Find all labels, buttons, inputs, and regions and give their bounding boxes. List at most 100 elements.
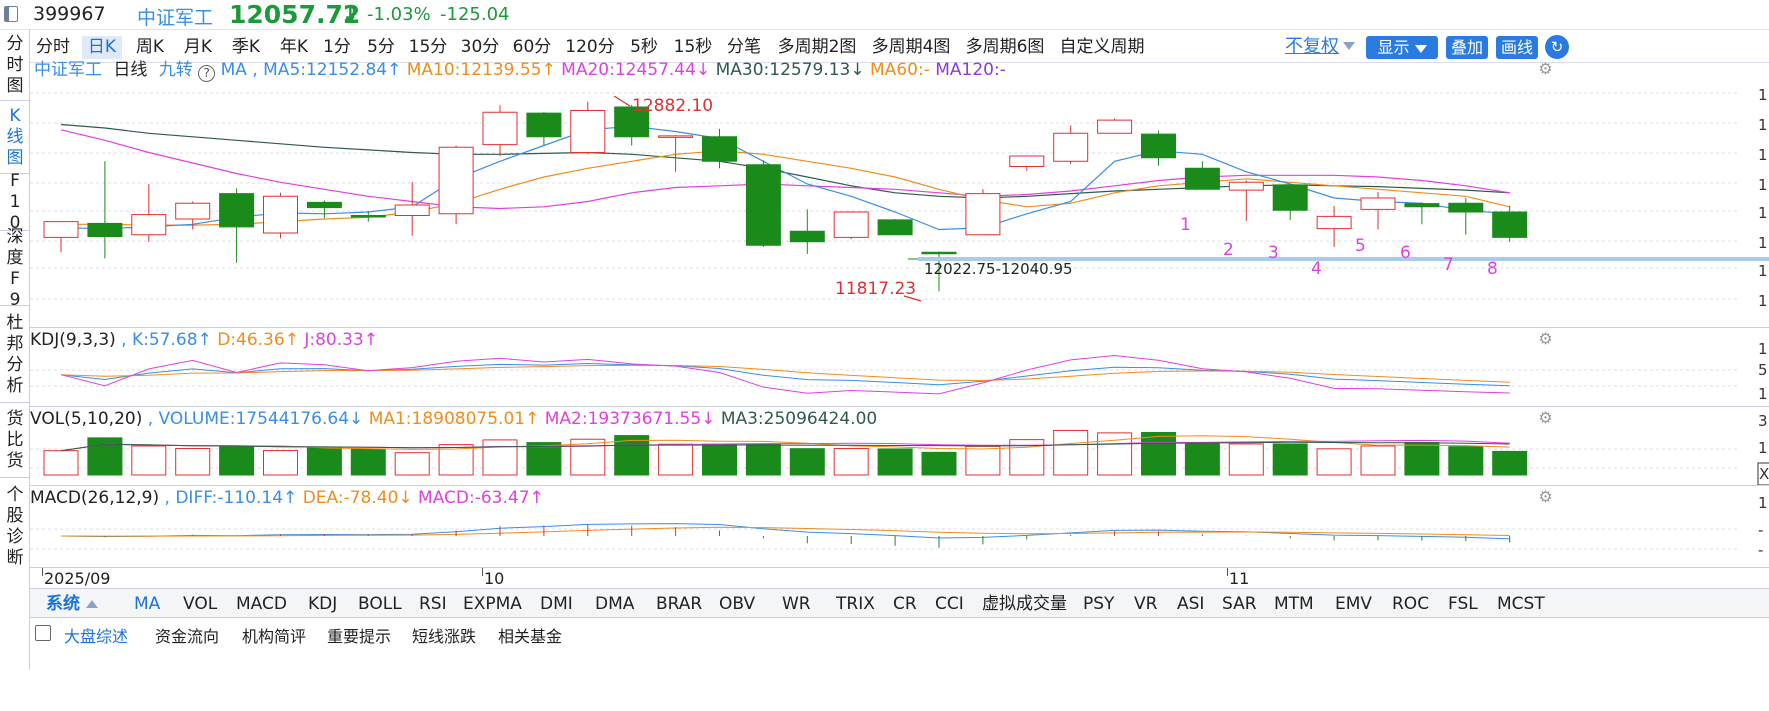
tab-custom-period[interactable]: 自定义周期 — [1056, 36, 1148, 59]
tab-rsi[interactable]: RSI — [419, 593, 447, 615]
tab-system[interactable]: 系统 — [46, 593, 98, 615]
legend-ma20: MA20:12457.44↓ — [561, 60, 711, 80]
tab-fsl[interactable]: FSL — [1448, 593, 1478, 615]
kdj-d: D:46.36↑ — [217, 330, 299, 350]
macd-lines — [60, 523, 1511, 548]
tab-dmi[interactable]: DMI — [540, 593, 573, 615]
tab-multi-2[interactable]: 多周期2图 — [774, 36, 860, 59]
tab-period-60min[interactable]: 60分 — [510, 36, 554, 59]
restore-dropdown-icon[interactable] — [1343, 42, 1355, 50]
volume-bars — [43, 429, 1528, 476]
stock-name[interactable]: 中证军工 — [137, 3, 213, 30]
macd-settings-gear-icon[interactable]: ⚙ — [1537, 488, 1554, 505]
tab-wr[interactable]: WR — [782, 593, 811, 615]
display-button[interactable]: 显示 — [1366, 36, 1438, 59]
tab-asi[interactable]: ASI — [1177, 593, 1204, 615]
tab-period-timeline[interactable]: 分时 — [34, 36, 72, 59]
tab-ma[interactable]: MA — [134, 593, 160, 615]
tab-inst-review[interactable]: 机构简评 — [242, 623, 306, 647]
kdj-settings-gear-icon[interactable]: ⚙ — [1537, 330, 1554, 347]
legend-ma60: MA60:- — [870, 60, 930, 80]
nine-turn-7: 7 — [1443, 255, 1454, 275]
tab-virtual-volume[interactable]: 虚拟成交量 — [982, 593, 1067, 615]
candle-body — [1272, 184, 1308, 211]
date-label-nov: 11 — [1229, 569, 1250, 588]
tab-related-funds[interactable]: 相关基金 — [498, 623, 562, 647]
legend-nine-turn[interactable]: 九转 — [159, 60, 193, 80]
tab-expma[interactable]: EXPMA — [463, 593, 522, 615]
candle-body — [482, 111, 518, 146]
sidebar-item-dupont[interactable]: 杜邦分析 — [0, 307, 30, 403]
main-settings-gear-icon[interactable]: ⚙ — [1537, 60, 1554, 77]
tab-period-5sec[interactable]: 5秒 — [626, 36, 662, 59]
tab-trix[interactable]: TRIX — [836, 593, 875, 615]
tab-roc[interactable]: ROC — [1392, 593, 1429, 615]
tab-market-overview[interactable]: 大盘综述 — [64, 623, 128, 647]
tab-boll[interactable]: BOLL — [358, 593, 402, 615]
sidebar-item-depth-f9[interactable]: 深度F9 — [0, 227, 30, 310]
window-icon[interactable] — [4, 6, 18, 22]
candle-body — [350, 215, 386, 218]
volume-bar — [1448, 446, 1484, 476]
sidebar-item-diagnosis[interactable]: 个股诊断 — [0, 479, 30, 575]
legend-ma5: MA5:12152.84↑ — [263, 60, 402, 80]
tab-psy[interactable]: PSY — [1083, 593, 1114, 615]
overlay-button[interactable]: 叠加 — [1446, 36, 1488, 59]
tab-period-week[interactable]: 周K — [130, 36, 170, 59]
macd-legend: MACD(26,12,9) , DIFF:-110.14↑ DEA:-78.40… — [30, 488, 544, 508]
date-tick-nov — [1227, 568, 1228, 576]
restore-select[interactable]: 不复权 — [1285, 35, 1339, 59]
tab-mtm[interactable]: MTM — [1274, 593, 1314, 615]
kdj-k: , K:57.68↑ — [121, 330, 212, 350]
tab-key-notes[interactable]: 重要提示 — [327, 623, 391, 647]
candle-body — [175, 202, 211, 220]
tab-period-30min[interactable]: 30分 — [458, 36, 502, 59]
sidebar-item-compare[interactable]: 货比货 — [0, 404, 30, 478]
tab-period-120min[interactable]: 120分 — [562, 36, 618, 59]
tab-fund-flow[interactable]: 资金流向 — [155, 623, 219, 647]
stock-code: 399967 — [33, 3, 106, 25]
volume-bar — [1228, 443, 1264, 476]
tab-period-15sec[interactable]: 15秒 — [670, 36, 716, 59]
legend-period: 日线 — [113, 60, 148, 80]
tab-short-term[interactable]: 短线涨跌 — [412, 623, 476, 647]
refresh-icon[interactable]: ↻ — [1545, 35, 1569, 59]
sidebar-item-f10[interactable]: F10 — [0, 171, 30, 233]
volume-bar — [1184, 442, 1220, 476]
tab-sar[interactable]: SAR — [1222, 593, 1257, 615]
tab-brar[interactable]: BRAR — [656, 593, 702, 615]
tab-multi-4[interactable]: 多周期4图 — [868, 36, 954, 59]
tab-cr[interactable]: CR — [893, 593, 917, 615]
tab-period-year[interactable]: 年K — [274, 36, 314, 59]
vol-ma1: MA1:18908075.01↑ — [368, 409, 540, 429]
tab-vr[interactable]: VR — [1134, 593, 1157, 615]
vol-settings-gear-icon[interactable]: ⚙ — [1537, 409, 1554, 426]
sidebar-item-timeline[interactable]: 分时图 — [0, 30, 30, 101]
tab-cci[interactable]: CCI — [935, 593, 964, 615]
tab-period-day[interactable]: 日K — [82, 36, 122, 59]
kdj-j: J:80.33↑ — [304, 330, 378, 350]
tab-vol[interactable]: VOL — [183, 593, 217, 615]
tab-period-5min[interactable]: 5分 — [364, 36, 398, 59]
tab-period-1min[interactable]: 1分 — [320, 36, 354, 59]
tab-kdj[interactable]: KDJ — [308, 593, 337, 615]
change-value: -125.04 — [440, 4, 510, 25]
tab-period-tick[interactable]: 分笔 — [724, 36, 764, 59]
macd-name: MACD(26,12,9) — [30, 488, 160, 508]
checkbox-icon[interactable] — [35, 625, 51, 641]
volume-bar — [1272, 443, 1308, 476]
tab-dma[interactable]: DMA — [595, 593, 634, 615]
candle-body — [1228, 181, 1264, 191]
sidebar-item-kline[interactable]: K线图 — [0, 102, 30, 174]
tab-multi-6[interactable]: 多周期6图 — [962, 36, 1048, 59]
tab-mcst[interactable]: MCST — [1497, 593, 1545, 615]
help-icon[interactable]: ? — [198, 65, 216, 82]
main-gridlines — [30, 92, 1740, 550]
draw-line-button[interactable]: 画线 — [1496, 36, 1538, 59]
tab-obv[interactable]: OBV — [719, 593, 755, 615]
tab-period-15min[interactable]: 15分 — [406, 36, 450, 59]
tab-emv[interactable]: EMV — [1335, 593, 1372, 615]
tab-macd[interactable]: MACD — [236, 593, 287, 615]
tab-period-month[interactable]: 月K — [178, 36, 218, 59]
tab-period-quarter[interactable]: 季K — [226, 36, 266, 59]
